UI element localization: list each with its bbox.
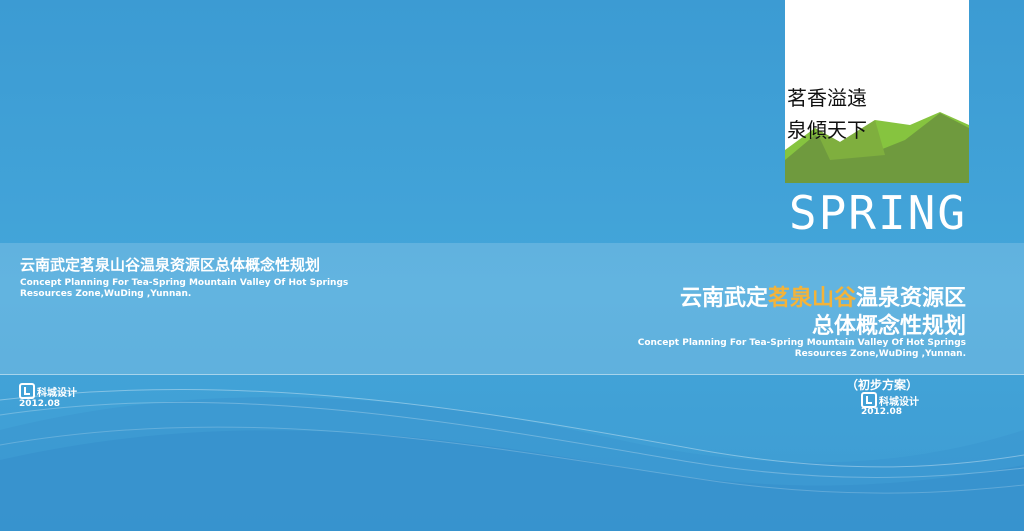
company-logo-text: 科城设计 — [879, 396, 919, 408]
company-logo-icon — [19, 383, 35, 399]
title-prefix: 云南武定 — [679, 286, 768, 311]
left-date: 2012.08 — [19, 399, 60, 409]
company-logo-icon — [861, 392, 877, 408]
company-logo-text: 科城设计 — [37, 387, 77, 399]
right-title-en-line1: Concept Planning For Tea-Spring Mountain… — [637, 338, 966, 348]
cover-page: 茗香溢遠 泉傾天下 SPRING 云南武定茗泉山谷温泉资源区总体概念性规划 Co… — [0, 0, 1024, 531]
left-title-cn: 云南武定茗泉山谷温泉资源区总体概念性规划 — [20, 256, 321, 274]
spring-wordmark: SPRING — [788, 186, 968, 240]
right-company-logo: 科城设计 — [861, 392, 919, 408]
left-company-logo: 科城设计 — [19, 383, 77, 399]
left-title-en-line2: Resources Zone,WuDing ,Yunnan. — [20, 289, 192, 299]
right-date: 2012.08 — [861, 407, 902, 417]
right-title-line2: 总体概念性规划 — [811, 314, 966, 339]
logo-card: 茗香溢遠 泉傾天下 — [785, 0, 969, 183]
draft-note: （初步方案） — [846, 378, 919, 392]
slogan-line-1: 茗香溢遠 — [787, 86, 867, 110]
left-title-en: Concept Planning For Tea-Spring Mountain… — [20, 278, 360, 300]
slogan-line-2: 泉傾天下 — [787, 118, 867, 142]
right-title-en: Concept Planning For Tea-Spring Mountain… — [626, 338, 966, 360]
left-title-en-line1: Concept Planning For Tea-Spring Mountain… — [20, 278, 349, 288]
right-title-en-line2: Resources Zone,WuDing ,Yunnan. — [794, 349, 966, 359]
